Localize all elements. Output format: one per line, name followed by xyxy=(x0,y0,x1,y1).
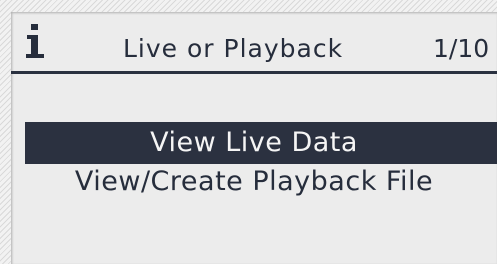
screen-title: Live or Playback xyxy=(123,34,344,63)
screen-header: Live or Playback 1/10 xyxy=(11,12,497,70)
page-counter: 1/10 xyxy=(433,34,490,63)
menu-item-view-create-playback-file[interactable]: View/Create Playback File xyxy=(11,164,497,200)
lcd-screen: Live or Playback 1/10 View Live Data Vie… xyxy=(11,12,497,264)
info-icon xyxy=(25,20,45,62)
option-menu: View Live Data View/Create Playback File xyxy=(11,122,497,200)
header-divider xyxy=(11,71,497,74)
menu-item-view-live-data[interactable]: View Live Data xyxy=(25,122,497,164)
